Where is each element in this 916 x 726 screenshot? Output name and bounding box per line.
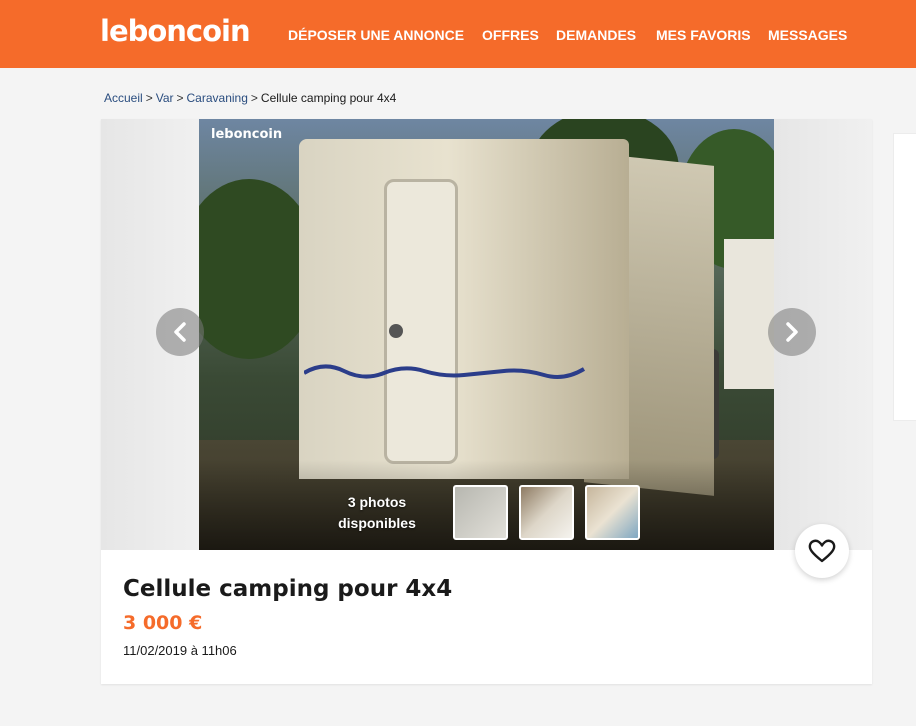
photo-count-line1: 3 photos <box>347 494 407 510</box>
photo-gallery: leboncoin 3 photos disponibles <box>101 119 872 550</box>
photo-camper-door <box>384 179 458 464</box>
photo-porthole <box>389 324 403 338</box>
listing-price: 3 000 € <box>123 612 203 634</box>
breadcrumb-separator: > <box>250 91 258 105</box>
chevron-right-icon <box>786 322 798 342</box>
photo-count-label[interactable]: 3 photos disponibles <box>337 492 417 534</box>
breadcrumb-accueil[interactable]: Accueil <box>104 91 143 105</box>
nav-messages[interactable]: MESSAGES <box>768 27 847 43</box>
photo-camper <box>299 139 629 479</box>
listing-date: 11/02/2019 à 11h06 <box>123 643 237 658</box>
breadcrumb-separator: > <box>145 91 153 105</box>
photo-thumbnail-3[interactable] <box>585 485 640 540</box>
photo-watermark: leboncoin <box>211 127 283 142</box>
nav-mes-favoris[interactable]: MES FAVORIS <box>656 27 751 43</box>
photo-building <box>724 239 774 389</box>
photo-thumbnail-2[interactable] <box>519 485 574 540</box>
breadcrumb: Accueil > Var > Caravaning > Cellule camping p… <box>104 91 396 105</box>
nav-deposer-annonce[interactable]: DÉPOSER UNE ANNONCE <box>288 27 464 43</box>
breadcrumb-var[interactable]: Var <box>156 91 174 105</box>
breadcrumb-current: Cellule camping pour 4x4 <box>260 91 397 105</box>
side-panel <box>893 133 916 421</box>
listing-card: leboncoin 3 photos disponibles Cellule c… <box>101 119 872 684</box>
chevron-left-icon <box>174 322 186 342</box>
photo-count-line2: disponibles <box>338 515 416 531</box>
favorite-button[interactable] <box>795 524 849 578</box>
breadcrumb-separator: > <box>176 91 184 105</box>
heart-icon <box>808 539 836 563</box>
nav-demandes[interactable]: DEMANDES <box>556 27 636 43</box>
leboncoin-logo[interactable]: leboncoin <box>100 14 251 48</box>
previous-photo-button[interactable] <box>156 308 204 356</box>
top-navigation-bar: leboncoin DÉPOSER UNE ANNONCE OFFRES DEM… <box>0 0 916 68</box>
photo-thumbnail-1[interactable] <box>453 485 508 540</box>
breadcrumb-caravaning[interactable]: Caravaning <box>187 91 248 105</box>
nav-offres[interactable]: OFFRES <box>482 27 539 43</box>
listing-title: Cellule camping pour 4x4 <box>123 576 453 602</box>
next-photo-button[interactable] <box>768 308 816 356</box>
photo-wave-decal <box>304 364 586 379</box>
